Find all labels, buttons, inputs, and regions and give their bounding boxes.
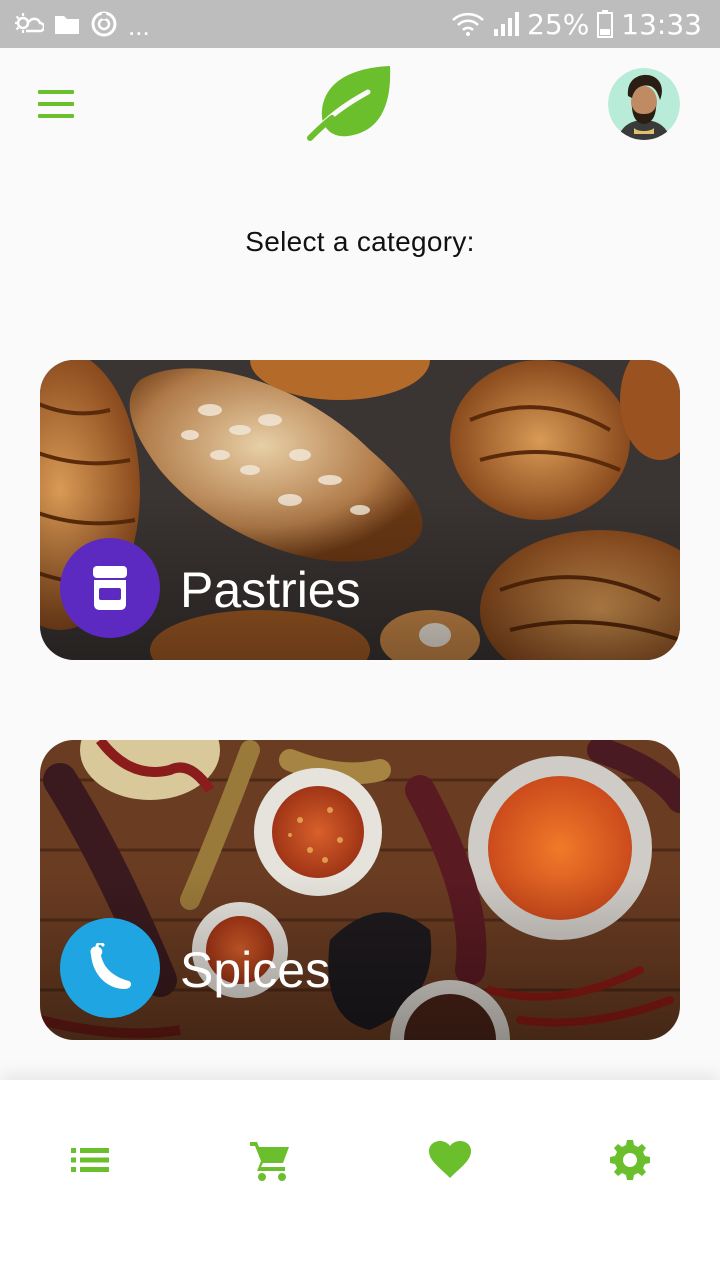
nav-list-button[interactable] [60,1136,120,1184]
pastries-icon-circle [60,538,160,638]
heart-icon [429,1141,471,1178]
sync-icon [91,11,117,37]
chili-pepper-icon [90,943,132,989]
list-icon [71,1148,109,1172]
user-avatar[interactable] [608,68,680,140]
spices-icon-circle [60,918,160,1018]
wifi-icon [452,12,484,36]
clock: 13:33 [621,7,702,41]
category-card-spices[interactable]: Spices [40,740,680,1040]
category-card-pastries[interactable]: Pastries [40,360,680,660]
category-label-spices: Spices [180,942,331,998]
nav-favorites-button[interactable] [420,1136,480,1184]
weather-icon [15,13,44,33]
hamburger-menu-icon[interactable] [26,78,86,130]
status-bar: ... 25% 13:33 [0,0,720,48]
battery-icon [597,10,614,38]
status-left-icons: ... [14,8,150,40]
battery-percent: 25% [527,7,590,41]
status-right: 25% 13:33 [451,7,702,41]
folder-icon [55,16,79,34]
settings-gear-icon [610,1140,650,1180]
cart-icon [250,1142,289,1181]
nav-cart-button[interactable] [240,1136,300,1184]
page-title: Select a category: [245,226,475,257]
signal-icon [494,12,520,36]
app-header [0,48,720,160]
jar-icon [93,566,127,610]
bottom-nav [0,1080,720,1280]
category-label-pastries: Pastries [180,562,361,618]
leaf-logo-icon [307,66,391,141]
more-notifications: ... [128,11,150,41]
nav-settings-button[interactable] [600,1136,660,1184]
